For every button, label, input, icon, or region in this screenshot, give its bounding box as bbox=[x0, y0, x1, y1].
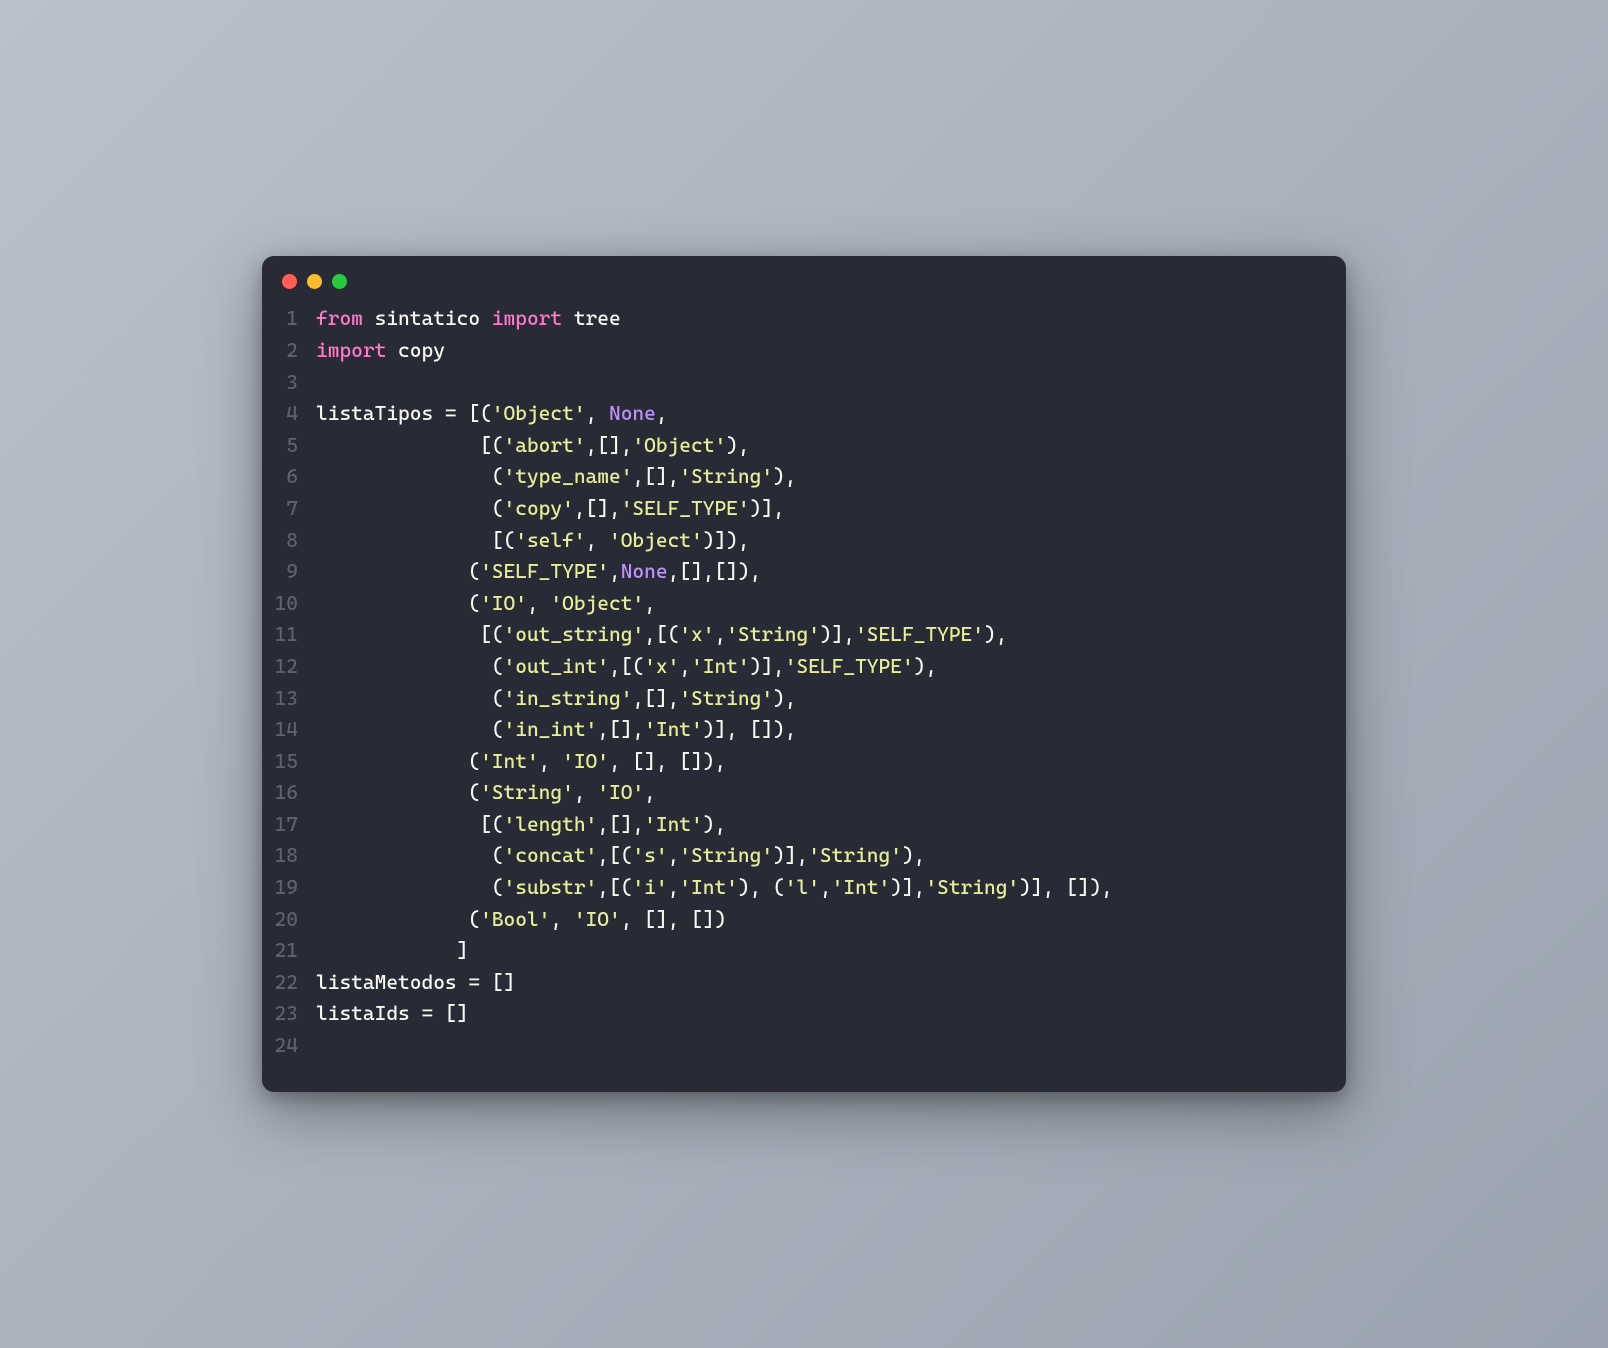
line-number: 21 bbox=[262, 935, 316, 967]
code-content: import copy bbox=[316, 335, 445, 367]
code-content: listaTipos = [('Object', None, bbox=[316, 398, 668, 430]
code-content: [('self', 'Object')]), bbox=[316, 525, 750, 557]
code-content: ('IO', 'Object', bbox=[316, 588, 656, 620]
code-line: 18 ('concat',[('s','String')],'String'), bbox=[262, 840, 1346, 872]
close-icon[interactable] bbox=[282, 274, 297, 289]
code-content: ('Bool', 'IO', [], []) bbox=[316, 904, 726, 936]
code-line: 14 ('in_int',[],'Int')], []), bbox=[262, 714, 1346, 746]
code-line: 11 [('out_string',[('x','String')],'SELF… bbox=[262, 619, 1346, 651]
window-titlebar bbox=[262, 256, 1346, 297]
code-line: 17 [('length',[],'Int'), bbox=[262, 809, 1346, 841]
line-number: 18 bbox=[262, 840, 316, 872]
code-line: 13 ('in_string',[],'String'), bbox=[262, 683, 1346, 715]
line-number: 9 bbox=[262, 556, 316, 588]
code-line: 12 ('out_int',[('x','Int')],'SELF_TYPE')… bbox=[262, 651, 1346, 683]
line-number: 5 bbox=[262, 430, 316, 462]
code-line: 16 ('String', 'IO', bbox=[262, 777, 1346, 809]
code-content: ('in_int',[],'Int')], []), bbox=[316, 714, 796, 746]
code-content: ] bbox=[316, 935, 468, 967]
line-number: 24 bbox=[262, 1030, 316, 1062]
line-number: 22 bbox=[262, 967, 316, 999]
code-line: 20 ('Bool', 'IO', [], []) bbox=[262, 904, 1346, 936]
code-line: 8 [('self', 'Object')]), bbox=[262, 525, 1346, 557]
line-number: 14 bbox=[262, 714, 316, 746]
code-content: ('concat',[('s','String')],'String'), bbox=[316, 840, 925, 872]
code-line: 23listaIds = [] bbox=[262, 998, 1346, 1030]
code-content: ('SELF_TYPE',None,[],[]), bbox=[316, 556, 761, 588]
code-line: 24 bbox=[262, 1030, 1346, 1062]
line-number: 15 bbox=[262, 746, 316, 778]
code-content: ('out_int',[('x','Int')],'SELF_TYPE'), bbox=[316, 651, 937, 683]
line-number: 23 bbox=[262, 998, 316, 1030]
code-line: 22listaMetodos = [] bbox=[262, 967, 1346, 999]
line-number: 13 bbox=[262, 683, 316, 715]
code-line: 3 bbox=[262, 367, 1346, 399]
code-content: ('copy',[],'SELF_TYPE')], bbox=[316, 493, 785, 525]
code-line: 7 ('copy',[],'SELF_TYPE')], bbox=[262, 493, 1346, 525]
line-number: 17 bbox=[262, 809, 316, 841]
line-number: 3 bbox=[262, 367, 316, 399]
line-number: 8 bbox=[262, 525, 316, 557]
line-number: 12 bbox=[262, 651, 316, 683]
line-number: 4 bbox=[262, 398, 316, 430]
code-line: 5 [('abort',[],'Object'), bbox=[262, 430, 1346, 462]
code-content: ('type_name',[],'String'), bbox=[316, 461, 796, 493]
code-line: 19 ('substr',[('i','Int'), ('l','Int')],… bbox=[262, 872, 1346, 904]
code-content: [('abort',[],'Object'), bbox=[316, 430, 750, 462]
code-content: ('substr',[('i','Int'), ('l','Int')],'St… bbox=[316, 872, 1113, 904]
line-number: 2 bbox=[262, 335, 316, 367]
line-number: 6 bbox=[262, 461, 316, 493]
line-number: 20 bbox=[262, 904, 316, 936]
code-line: 15 ('Int', 'IO', [], []), bbox=[262, 746, 1346, 778]
line-number: 10 bbox=[262, 588, 316, 620]
code-content: from sintatico import tree bbox=[316, 303, 621, 335]
code-line: 2import copy bbox=[262, 335, 1346, 367]
line-number: 11 bbox=[262, 619, 316, 651]
code-content: ('Int', 'IO', [], []), bbox=[316, 746, 726, 778]
line-number: 7 bbox=[262, 493, 316, 525]
minimize-icon[interactable] bbox=[307, 274, 322, 289]
code-line: 1from sintatico import tree bbox=[262, 303, 1346, 335]
line-number: 1 bbox=[262, 303, 316, 335]
code-content: [('length',[],'Int'), bbox=[316, 809, 726, 841]
code-content: listaIds = [] bbox=[316, 998, 468, 1030]
code-line: 10 ('IO', 'Object', bbox=[262, 588, 1346, 620]
code-window: 1from sintatico import tree2import copy3… bbox=[262, 256, 1346, 1091]
code-line: 9 ('SELF_TYPE',None,[],[]), bbox=[262, 556, 1346, 588]
code-content bbox=[316, 1030, 328, 1062]
code-content: ('String', 'IO', bbox=[316, 777, 656, 809]
code-content: listaMetodos = [] bbox=[316, 967, 515, 999]
code-line: 21 ] bbox=[262, 935, 1346, 967]
code-content bbox=[316, 367, 328, 399]
code-content: [('out_string',[('x','String')],'SELF_TY… bbox=[316, 619, 1007, 651]
line-number: 19 bbox=[262, 872, 316, 904]
line-number: 16 bbox=[262, 777, 316, 809]
zoom-icon[interactable] bbox=[332, 274, 347, 289]
code-line: 6 ('type_name',[],'String'), bbox=[262, 461, 1346, 493]
code-line: 4listaTipos = [('Object', None, bbox=[262, 398, 1346, 430]
code-content: ('in_string',[],'String'), bbox=[316, 683, 796, 715]
code-editor[interactable]: 1from sintatico import tree2import copy3… bbox=[262, 297, 1346, 1071]
